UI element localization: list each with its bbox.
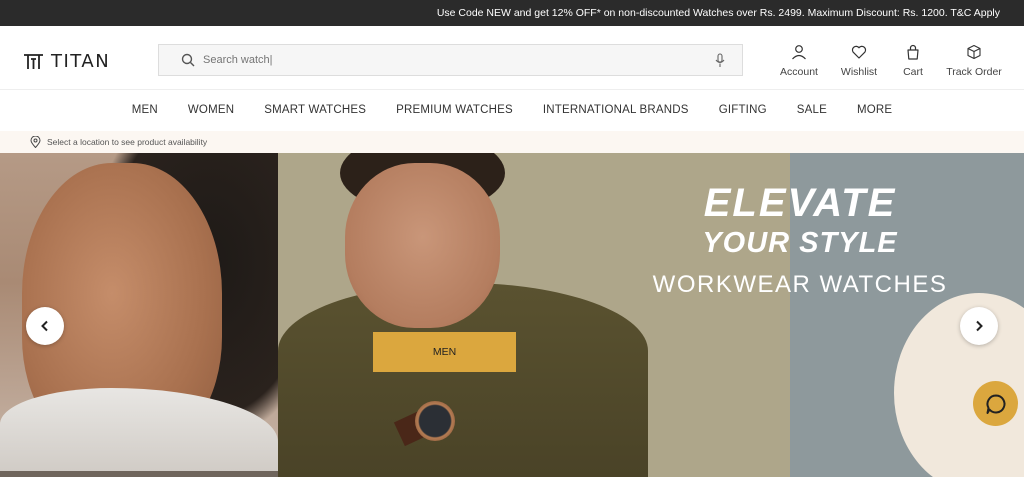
location-text: Select a location to see product availab… [47, 137, 208, 147]
search-input[interactable] [203, 54, 683, 66]
promo-bar: Use Code NEW and get 12% OFF* on non-dis… [0, 0, 1024, 26]
nav-item-smart-watches[interactable]: SMART WATCHES [264, 104, 366, 116]
nav-item-international-brands[interactable]: INTERNATIONAL BRANDS [543, 104, 689, 116]
nav-item-more[interactable]: MORE [857, 104, 892, 116]
promo-text: Use Code NEW and get 12% OFF* on non-dis… [436, 7, 1000, 19]
carousel-next-button[interactable] [960, 307, 998, 345]
hero-title: ELEVATE [703, 181, 897, 225]
box-icon [967, 44, 981, 60]
watch-image [415, 401, 455, 441]
nav-item-men[interactable]: MEN [132, 104, 158, 116]
header-actions: Account Wishlist Cart Track Order [774, 44, 1002, 78]
hero-headline: ELEVATE YOUR STYLE WORKWEAR WATCHES [640, 181, 960, 299]
chat-icon [986, 394, 1005, 414]
nav-item-women[interactable]: WOMEN [188, 104, 234, 116]
chat-button[interactable] [973, 381, 1018, 426]
hero-carousel: ELEVATE YOUR STYLE WORKWEAR WATCHES MEN [0, 153, 1024, 477]
nav-item-gifting[interactable]: GIFTING [719, 104, 767, 116]
search-bar[interactable] [158, 44, 743, 76]
cart-button[interactable]: Cart [896, 44, 930, 78]
user-icon [792, 45, 806, 60]
hero-subtitle: YOUR STYLE [702, 227, 898, 259]
carousel-prev-button[interactable] [26, 307, 64, 345]
titan-logo-icon [24, 53, 43, 69]
account-label: Account [780, 66, 818, 78]
chevron-left-icon [41, 320, 48, 332]
shop-men-button[interactable]: MEN [373, 332, 516, 372]
bag-icon [907, 44, 919, 60]
titan-logo[interactable]: TITAN [23, 51, 110, 72]
account-button[interactable]: Account [774, 44, 824, 78]
chevron-right-icon [976, 320, 983, 332]
brand-name: TITAN [51, 51, 111, 72]
nav-item-sale[interactable]: SALE [797, 104, 827, 116]
track-order-button[interactable]: Track Order [946, 44, 1002, 78]
track-order-label: Track Order [946, 66, 1002, 78]
microphone-icon[interactable] [714, 53, 726, 68]
location-bar[interactable]: Select a location to see product availab… [0, 131, 1024, 153]
map-pin-icon [30, 136, 41, 148]
heart-icon [851, 45, 867, 59]
cart-label: Cart [903, 66, 923, 78]
main-nav: MEN WOMEN SMART WATCHES PREMIUM WATCHES … [0, 90, 1024, 130]
wishlist-label: Wishlist [840, 66, 878, 78]
hero-tagline: WORKWEAR WATCHES [652, 271, 948, 298]
search-icon [181, 53, 195, 67]
wishlist-button[interactable]: Wishlist [836, 44, 882, 78]
nav-item-premium-watches[interactable]: PREMIUM WATCHES [396, 104, 513, 116]
